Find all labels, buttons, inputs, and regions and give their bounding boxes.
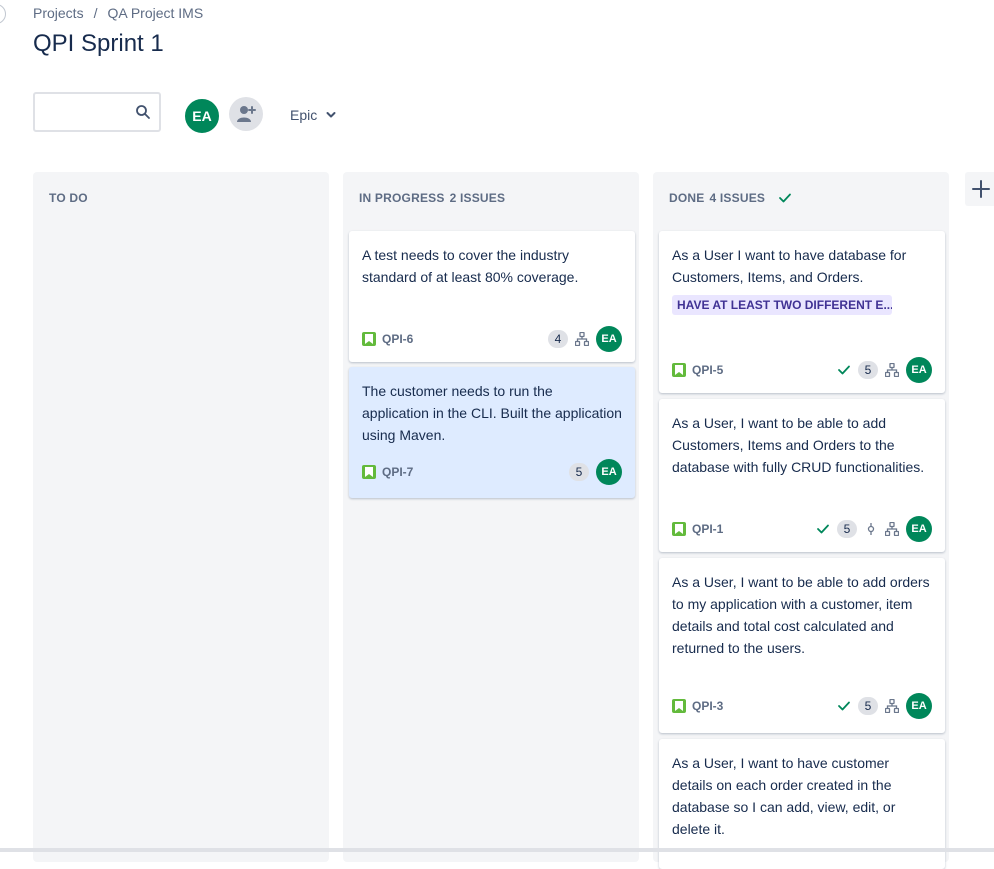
check-icon — [817, 524, 829, 534]
issue-key[interactable]: QPI-7 — [382, 465, 413, 479]
check-icon — [779, 193, 792, 203]
column-done: DONE 4 ISSUES As a User I want to have d… — [653, 172, 949, 869]
card-footer: QPI-7 5 EA — [362, 459, 622, 485]
issue-key[interactable]: QPI-3 — [692, 699, 723, 713]
breadcrumb-project-link[interactable]: QA Project IMS — [107, 5, 203, 21]
story-points-badge: 5 — [837, 520, 857, 538]
card-meta: 5 EA — [837, 693, 932, 719]
user-avatar-filter[interactable]: EA — [183, 97, 221, 135]
check-icon — [838, 701, 850, 711]
story-points-badge: 5 — [858, 361, 878, 379]
card-summary: As a User, I want to be able to add orde… — [672, 574, 930, 656]
story-icon — [672, 699, 686, 713]
assignee-avatar[interactable]: EA — [906, 516, 932, 542]
column-title: DONE — [669, 191, 705, 205]
card-summary: As a User, I want to have customer detai… — [672, 755, 896, 837]
chevron-down-icon — [326, 112, 336, 118]
assignee-avatar[interactable]: EA — [596, 459, 622, 485]
epic-label[interactable]: HAVE AT LEAST TWO DIFFERENT E... — [672, 295, 892, 315]
search-icon[interactable] — [135, 104, 151, 120]
add-people-icon — [237, 106, 256, 122]
issue-card[interactable]: As a User I want to have database for Cu… — [659, 231, 945, 393]
column-todo: TO DO — [33, 172, 329, 862]
story-points-badge: 5 — [569, 463, 589, 481]
add-people-button[interactable] — [229, 97, 263, 131]
story-points-badge: 5 — [858, 697, 878, 715]
assignee-avatar[interactable]: EA — [906, 357, 932, 383]
story-icon — [672, 363, 686, 377]
card-summary: A test needs to cover the industry stand… — [362, 247, 579, 285]
assignee-avatar[interactable]: EA — [906, 693, 932, 719]
card-meta: 5 EA — [569, 459, 622, 485]
card-meta: 4 EA — [548, 326, 622, 352]
horizontal-scrollbar[interactable] — [0, 848, 994, 852]
card-meta: 5 EA — [816, 516, 932, 542]
assignee-avatar[interactable]: EA — [596, 326, 622, 352]
breadcrumb: Projects / QA Project IMS — [33, 5, 203, 21]
subtasks-icon — [885, 522, 899, 536]
issue-key[interactable]: QPI-6 — [382, 332, 413, 346]
column-header: TO DO — [49, 191, 93, 205]
column-count: 4 ISSUES — [709, 191, 766, 205]
issue-card[interactable]: A test needs to cover the industry stand… — [349, 231, 635, 362]
card-summary: As a User, I want to be able to add Cust… — [672, 415, 925, 475]
issue-card[interactable]: As a User, I want to be able to add Cust… — [659, 399, 945, 552]
search-box — [33, 92, 161, 132]
issue-key[interactable]: QPI-5 — [692, 363, 723, 377]
story-icon — [362, 332, 376, 346]
card-meta: 5 EA — [837, 357, 932, 383]
breadcrumb-projects-link[interactable]: Projects — [33, 5, 84, 21]
story-points-badge: 4 — [548, 330, 568, 348]
page-title: QPI Sprint 1 — [33, 30, 164, 57]
subtasks-icon — [575, 332, 589, 346]
column-title: TO DO — [49, 191, 88, 205]
column-header: IN PROGRESS 2 ISSUES — [359, 191, 505, 205]
card-summary: As a User I want to have database for Cu… — [672, 247, 907, 285]
issue-key[interactable]: QPI-1 — [692, 522, 723, 536]
card-footer: QPI-5 5 EA — [672, 357, 932, 383]
collapse-sidebar-button[interactable] — [0, 4, 6, 24]
card-summary: The customer needs to run the applicatio… — [362, 383, 622, 443]
commit-icon — [867, 523, 875, 535]
add-column-button[interactable] — [965, 172, 994, 206]
column-title: IN PROGRESS — [359, 191, 445, 205]
card-footer: QPI-1 5 EA — [672, 516, 932, 542]
card-footer: QPI-6 4 EA — [362, 326, 622, 352]
epic-filter-dropdown[interactable]: Epic — [282, 100, 345, 130]
breadcrumb-separator: / — [93, 5, 98, 21]
subtasks-icon — [885, 363, 899, 377]
plus-icon — [972, 180, 990, 198]
issue-card[interactable]: As a User, I want to be able to add orde… — [659, 558, 945, 733]
subtasks-icon — [885, 699, 899, 713]
column-count: 2 ISSUES — [449, 191, 506, 205]
issue-card[interactable]: The customer needs to run the applicatio… — [349, 367, 635, 498]
epic-filter-label: Epic — [290, 107, 318, 123]
column-in-progress: IN PROGRESS 2 ISSUES A test needs to cov… — [343, 172, 639, 862]
check-icon — [838, 365, 850, 375]
story-icon — [672, 522, 686, 536]
story-icon — [362, 465, 376, 479]
card-footer: QPI-3 5 EA — [672, 693, 932, 719]
search-input[interactable] — [35, 94, 147, 130]
column-header: DONE 4 ISSUES — [669, 191, 792, 205]
